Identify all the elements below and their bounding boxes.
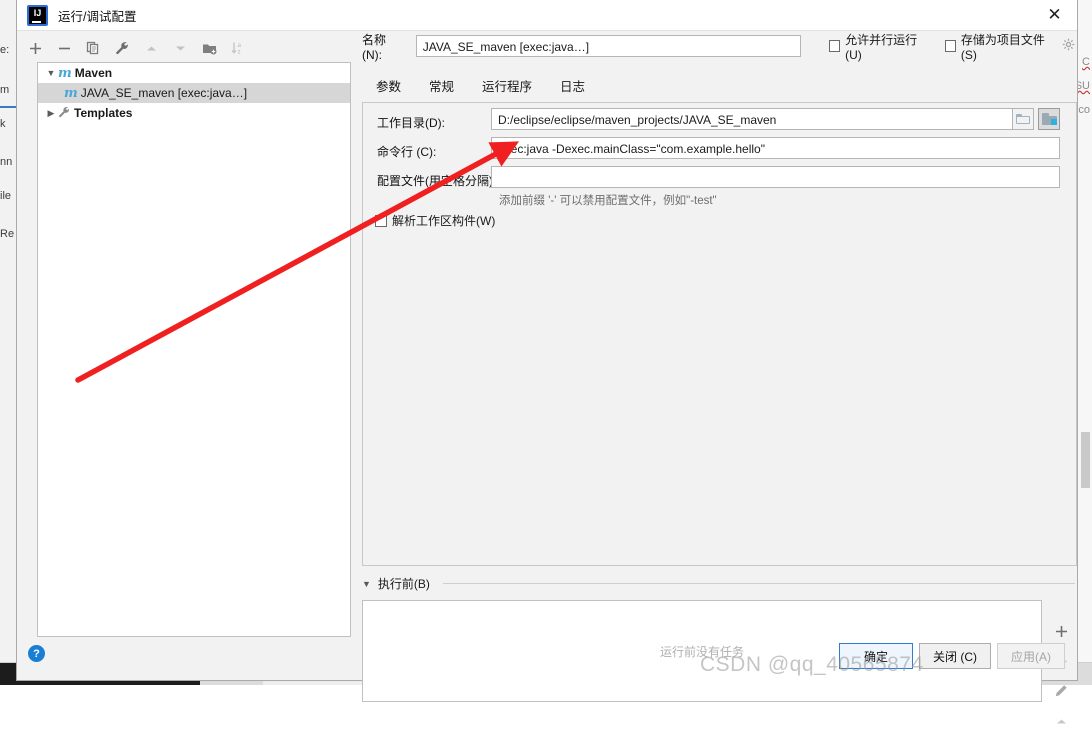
command-line-label: 命令行 (C): bbox=[377, 145, 437, 159]
store-as-project-file-label: 存储为项目文件(S) bbox=[960, 32, 1045, 62]
svg-text:z: z bbox=[237, 49, 240, 55]
background-left-gutter: e: m k nn ile Re bbox=[0, 0, 17, 663]
tab-logs[interactable]: 日志 bbox=[546, 70, 599, 104]
tree-node-label: JAVA_SE_maven [exec:java…] bbox=[80, 86, 248, 100]
configuration-form: 名称(N): JAVA_SE_maven [exec:java…] 允许并行运行… bbox=[362, 33, 1075, 62]
resolve-workspace-artifacts-checkbox[interactable]: 解析工作区构件(W) bbox=[375, 212, 495, 229]
background-scrollbar-thumb[interactable] bbox=[1081, 432, 1090, 488]
tab-parameters[interactable]: 参数 bbox=[362, 70, 415, 104]
move-up-button[interactable] bbox=[143, 40, 159, 56]
checkbox-box[interactable] bbox=[828, 40, 841, 52]
maven-icon: m bbox=[64, 85, 78, 101]
bg-left-selection-bar bbox=[0, 106, 16, 108]
apply-button: 应用(A) bbox=[997, 643, 1065, 669]
profiles-hint: 添加前缀 '-' 可以禁用配置文件，例如"-test" bbox=[499, 195, 717, 207]
select-module-button[interactable] bbox=[1038, 108, 1060, 130]
bg-left-fragment: Re bbox=[0, 228, 15, 240]
tab-general[interactable]: 常规 bbox=[415, 70, 468, 104]
tree-node-templates[interactable]: ▶ Templates bbox=[38, 103, 350, 123]
allow-parallel-run-checkbox[interactable]: 允许并行运行(U) bbox=[828, 31, 929, 62]
working-directory-input[interactable]: D:/eclipse/eclipse/maven_projects/JAVA_S… bbox=[491, 108, 1029, 130]
tab-runner[interactable]: 运行程序 bbox=[468, 70, 546, 104]
name-row: 名称(N): JAVA_SE_maven [exec:java…] 允许并行运行… bbox=[362, 33, 1075, 62]
folder-icon bbox=[1016, 114, 1030, 124]
working-directory-label: 工作目录(D): bbox=[377, 116, 445, 130]
dialog-body: ▼ m Maven m JAVA_SE_maven [exec:java…] ▶… bbox=[17, 33, 1077, 723]
gear-icon[interactable] bbox=[1062, 38, 1075, 54]
bg-right-fragment: C bbox=[1082, 56, 1090, 68]
configuration-options: 允许并行运行(U) 存储为项目文件(S) bbox=[828, 31, 1075, 62]
configurations-tree[interactable]: ▼ m Maven m JAVA_SE_maven [exec:java…] ▶… bbox=[37, 62, 351, 637]
maven-icon: m bbox=[58, 65, 72, 81]
help-icon[interactable]: ? bbox=[28, 645, 45, 662]
bg-right-fragment: co bbox=[1078, 104, 1090, 116]
copy-configuration-button[interactable] bbox=[85, 40, 101, 56]
add-configuration-button[interactable] bbox=[27, 40, 43, 56]
before-launch-title: 执行前(B) bbox=[377, 577, 430, 591]
tree-node-maven[interactable]: ▼ m Maven bbox=[38, 63, 350, 83]
move-task-up-button[interactable] bbox=[1052, 713, 1070, 729]
command-line-input[interactable]: exec:java -Dexec.mainClass="com.example.… bbox=[491, 137, 1060, 159]
profiles-input[interactable] bbox=[491, 166, 1060, 188]
new-folder-button[interactable] bbox=[201, 40, 217, 56]
bg-left-fragment: ile bbox=[0, 190, 12, 202]
browse-folder-icon[interactable] bbox=[1012, 108, 1034, 130]
chevron-down-icon[interactable]: ▼ bbox=[362, 579, 371, 589]
section-divider bbox=[442, 583, 1075, 584]
store-as-project-file-checkbox[interactable]: 存储为项目文件(S) bbox=[944, 31, 1075, 62]
checkbox-box[interactable] bbox=[375, 214, 387, 227]
bg-left-fragment: e: bbox=[0, 44, 10, 56]
wrench-icon bbox=[58, 106, 70, 121]
tree-node-java-se-maven[interactable]: m JAVA_SE_maven [exec:java…] bbox=[38, 83, 350, 103]
svg-text:a: a bbox=[237, 43, 241, 49]
bg-left-fragment: nn bbox=[0, 156, 13, 168]
watermark: CSDN @qq_40565874 bbox=[700, 653, 924, 676]
edit-templates-wrench-icon[interactable] bbox=[114, 40, 130, 56]
close-button[interactable]: 关闭 (C) bbox=[919, 643, 991, 669]
tree-node-label: Templates bbox=[74, 106, 133, 120]
bg-left-fragment: m bbox=[0, 84, 10, 96]
chevron-down-icon[interactable]: ▼ bbox=[44, 68, 58, 78]
allow-parallel-run-label: 允许并行运行(U) bbox=[845, 32, 918, 62]
tree-node-label: Maven bbox=[74, 66, 113, 80]
dialog-title-bar: 运行/调试配置 ✕ bbox=[17, 0, 1077, 31]
checkbox-box[interactable] bbox=[944, 40, 956, 52]
configuration-name-input[interactable]: JAVA_SE_maven [exec:java…] bbox=[415, 35, 801, 57]
remove-configuration-button[interactable] bbox=[56, 40, 72, 56]
run-debug-configurations-dialog: 运行/调试配置 ✕ bbox=[16, 0, 1078, 723]
parameters-panel: 工作目录(D): D:/eclipse/eclipse/maven_projec… bbox=[362, 102, 1077, 566]
intellij-idea-icon bbox=[27, 4, 48, 26]
sort-alphabetically-button[interactable]: a z bbox=[230, 40, 246, 56]
move-down-button[interactable] bbox=[172, 40, 188, 56]
chevron-right-icon[interactable]: ▶ bbox=[44, 108, 58, 119]
dialog-title: 运行/调试配置 bbox=[58, 9, 137, 24]
bg-left-fragment: k bbox=[0, 118, 6, 130]
name-label: 名称(N): bbox=[362, 32, 387, 62]
before-launch-header[interactable]: ▼ 执行前(B) bbox=[362, 575, 1075, 592]
configuration-tabs: 参数 常规 运行程序 日志 bbox=[362, 70, 599, 104]
resolve-workspace-artifacts-label: 解析工作区构件(W) bbox=[392, 214, 496, 228]
module-folder-icon bbox=[1041, 113, 1057, 125]
close-icon[interactable]: ✕ bbox=[1032, 0, 1077, 30]
edit-task-button[interactable] bbox=[1052, 683, 1070, 699]
